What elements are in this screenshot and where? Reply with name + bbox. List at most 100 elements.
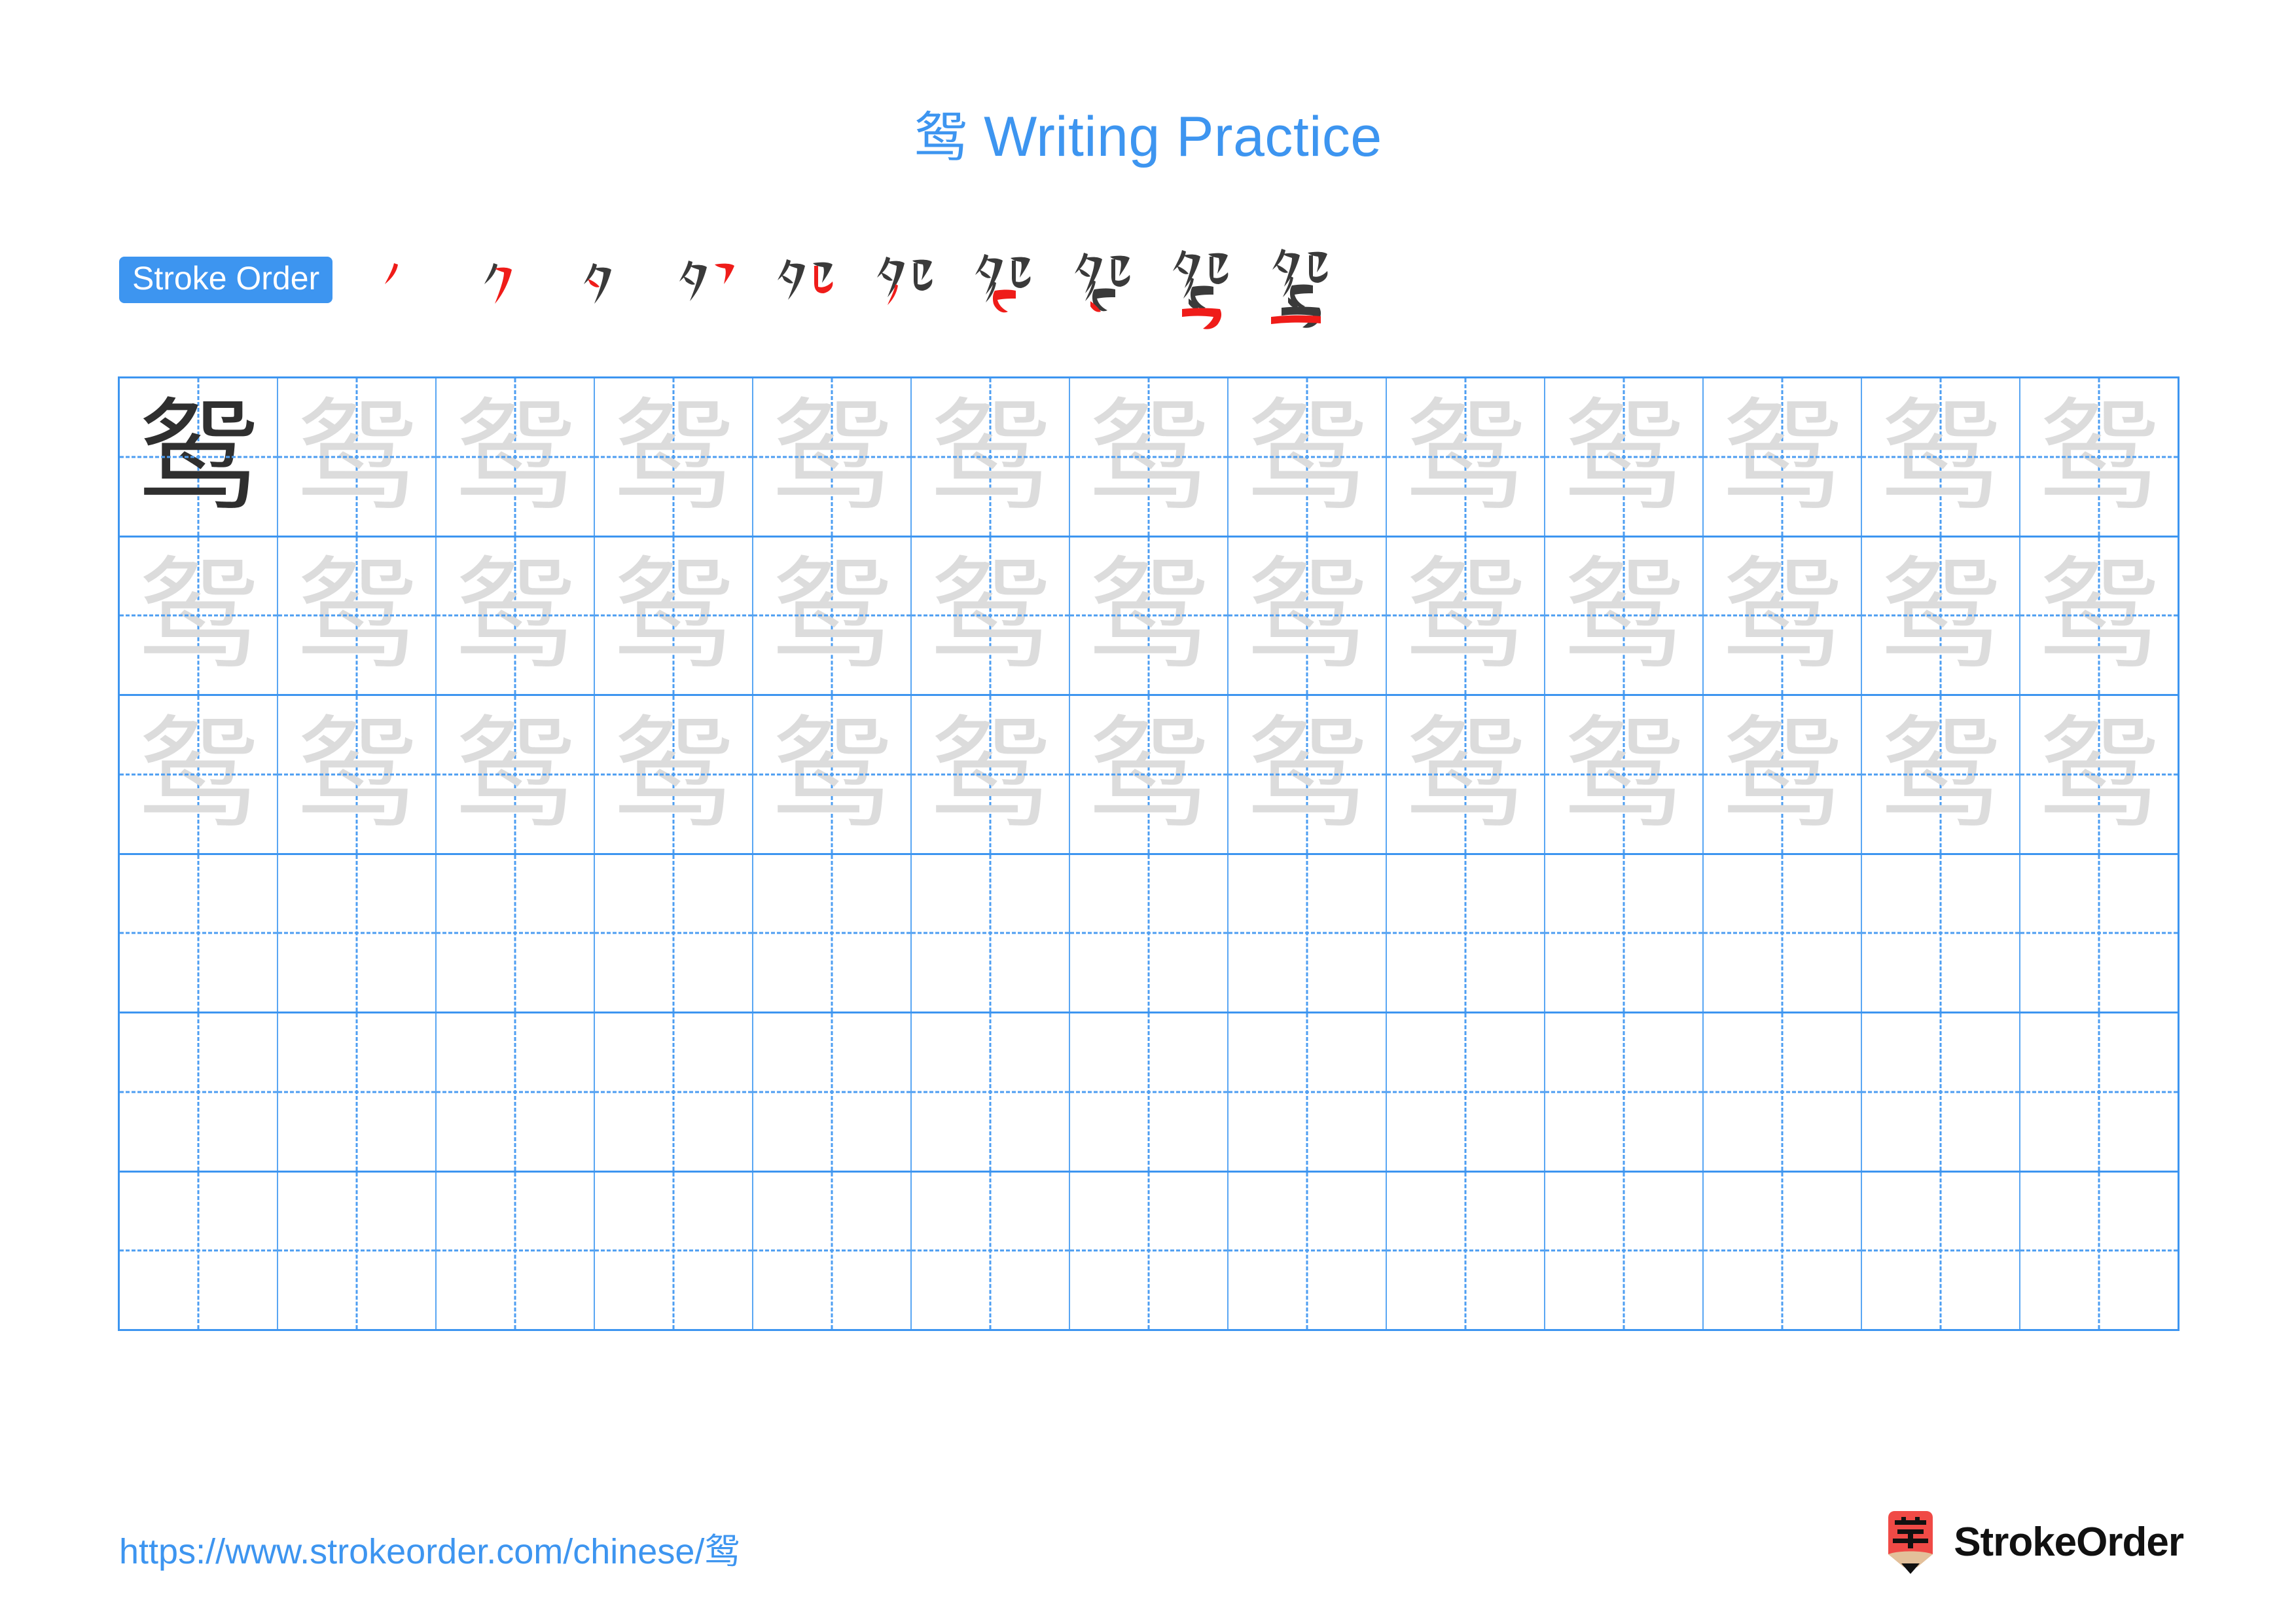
practice-cell-r3-c10[interactable]: 鸳 <box>1545 696 1704 853</box>
trace-character: 鸳 <box>612 702 734 845</box>
trace-character: 鸳 <box>1721 385 1843 528</box>
practice-cell-r3-c6[interactable]: 鸳 <box>912 696 1070 853</box>
practice-cell-r1-c2[interactable]: 鸳 <box>278 378 437 536</box>
practice-grid-row: 鸳鸳鸳鸳鸳鸳鸳鸳鸳鸳鸳鸳鸳 <box>120 696 2178 855</box>
practice-cell-r2-c8[interactable]: 鸳 <box>1229 537 1387 694</box>
practice-cell-r5-c4[interactable] <box>595 1013 753 1171</box>
practice-cell-r5-c11[interactable] <box>1704 1013 1862 1171</box>
practice-cell-r4-c8[interactable] <box>1229 854 1387 1012</box>
practice-cell-r6-c12[interactable] <box>1862 1172 2020 1329</box>
practice-cell-r6-c1[interactable] <box>120 1172 278 1329</box>
practice-cell-r2-c13[interactable]: 鸳 <box>2020 538 2178 695</box>
trace-character: 鸳 <box>295 702 418 845</box>
stroke-step-3 <box>559 238 658 337</box>
practice-cell-r1-c7[interactable]: 鸳 <box>1070 378 1229 536</box>
practice-cell-r5-c7[interactable] <box>1070 1013 1229 1171</box>
practice-cell-r6-c5[interactable] <box>753 1172 912 1329</box>
practice-cell-r4-c10[interactable] <box>1545 854 1704 1012</box>
practice-cell-r4-c9[interactable] <box>1387 854 1545 1012</box>
practice-cell-r1-c11[interactable]: 鸳 <box>1704 378 1862 536</box>
practice-cell-r5-c2[interactable] <box>278 1013 437 1171</box>
practice-cell-r5-c9[interactable] <box>1387 1013 1545 1171</box>
practice-cell-r6-c3[interactable] <box>437 1172 595 1329</box>
practice-cell-r6-c11[interactable] <box>1704 1172 1862 1329</box>
practice-cell-r6-c4[interactable] <box>595 1172 753 1329</box>
practice-cell-r5-c13[interactable] <box>2020 1013 2178 1171</box>
stroke-step-10 <box>1255 238 1355 337</box>
practice-cell-r3-c5[interactable]: 鸳 <box>753 696 912 853</box>
practice-cell-r2-c9[interactable]: 鸳 <box>1387 537 1545 694</box>
practice-cell-r4-c11[interactable] <box>1704 854 1862 1012</box>
practice-grid-row <box>120 1172 2178 1330</box>
practice-cell-r6-c2[interactable] <box>278 1172 437 1329</box>
practice-cell-r4-c3[interactable] <box>437 854 595 1012</box>
practice-cell-r6-c7[interactable] <box>1070 1172 1229 1329</box>
practice-cell-r6-c6[interactable] <box>912 1172 1070 1329</box>
practice-cell-r1-c4[interactable]: 鸳 <box>595 378 753 536</box>
stroke-step-5 <box>758 238 857 337</box>
practice-cell-r6-c13[interactable] <box>2020 1173 2178 1330</box>
practice-cell-r3-c2[interactable]: 鸳 <box>278 696 437 853</box>
practice-cell-r5-c10[interactable] <box>1545 1013 1704 1171</box>
practice-cell-r2-c4[interactable]: 鸳 <box>595 537 753 694</box>
stroke-step-2 <box>459 238 559 337</box>
practice-cell-r2-c5[interactable]: 鸳 <box>753 537 912 694</box>
practice-cell-r4-c2[interactable] <box>278 854 437 1012</box>
practice-cell-r1-c13[interactable]: 鸳 <box>2020 378 2178 536</box>
practice-cell-r1-c6[interactable]: 鸳 <box>912 378 1070 536</box>
stroke-step-6 <box>857 238 957 337</box>
practice-cell-r4-c5[interactable] <box>753 854 912 1012</box>
practice-cell-r4-c12[interactable] <box>1862 854 2020 1012</box>
practice-cell-r3-c11[interactable]: 鸳 <box>1704 696 1862 853</box>
practice-cell-r3-c9[interactable]: 鸳 <box>1387 696 1545 853</box>
practice-cell-r3-c1[interactable]: 鸳 <box>120 696 278 853</box>
practice-cell-r3-c4[interactable]: 鸳 <box>595 696 753 853</box>
trace-character: 鸳 <box>137 544 259 687</box>
practice-cell-r4-c6[interactable] <box>912 854 1070 1012</box>
practice-cell-r5-c8[interactable] <box>1229 1013 1387 1171</box>
trace-character: 鸳 <box>1562 702 1685 845</box>
practice-cell-r2-c7[interactable]: 鸳 <box>1070 537 1229 694</box>
practice-cell-r2-c2[interactable]: 鸳 <box>278 537 437 694</box>
practice-cell-r6-c9[interactable] <box>1387 1172 1545 1329</box>
practice-cell-r3-c7[interactable]: 鸳 <box>1070 696 1229 853</box>
practice-cell-r2-c3[interactable]: 鸳 <box>437 537 595 694</box>
practice-cell-r1-c10[interactable]: 鸳 <box>1545 378 1704 536</box>
practice-cell-r5-c5[interactable] <box>753 1013 912 1171</box>
practice-cell-r4-c1[interactable] <box>120 854 278 1012</box>
practice-cell-r1-c5[interactable]: 鸳 <box>753 378 912 536</box>
practice-cell-r1-c8[interactable]: 鸳 <box>1229 378 1387 536</box>
practice-cell-r2-c11[interactable]: 鸳 <box>1704 537 1862 694</box>
practice-cell-r1-c9[interactable]: 鸳 <box>1387 378 1545 536</box>
trace-character: 鸳 <box>1879 544 2001 687</box>
practice-cell-r5-c12[interactable] <box>1862 1013 2020 1171</box>
practice-cell-r1-c3[interactable]: 鸳 <box>437 378 595 536</box>
practice-cell-r4-c7[interactable] <box>1070 854 1229 1012</box>
practice-cell-r5-c1[interactable] <box>120 1013 278 1171</box>
practice-cell-r6-c8[interactable] <box>1229 1172 1387 1329</box>
brand-logo-group: StrokeOrder <box>1882 1511 2184 1574</box>
practice-cell-r6-c10[interactable] <box>1545 1172 1704 1329</box>
trace-character: 鸳 <box>1721 544 1843 687</box>
practice-grid-row: 鸳鸳鸳鸳鸳鸳鸳鸳鸳鸳鸳鸳鸳 <box>120 537 2178 696</box>
practice-cell-r1-c1[interactable]: 鸳 <box>120 378 278 536</box>
footer-url[interactable]: https://www.strokeorder.com/chinese/鸳 <box>119 1522 740 1574</box>
practice-cell-r3-c13[interactable]: 鸳 <box>2020 696 2178 853</box>
practice-cell-r2-c12[interactable]: 鸳 <box>1862 537 2020 694</box>
practice-cell-r2-c6[interactable]: 鸳 <box>912 537 1070 694</box>
practice-cell-r5-c6[interactable] <box>912 1013 1070 1171</box>
trace-character: 鸳 <box>454 702 576 845</box>
practice-grid-row: 鸳鸳鸳鸳鸳鸳鸳鸳鸳鸳鸳鸳鸳 <box>120 378 2178 538</box>
practice-cell-r3-c8[interactable]: 鸳 <box>1229 696 1387 853</box>
practice-cell-r4-c4[interactable] <box>595 854 753 1012</box>
practice-grid-row <box>120 854 2178 1013</box>
practice-cell-r3-c12[interactable]: 鸳 <box>1862 696 2020 853</box>
practice-cell-r4-c13[interactable] <box>2020 855 2178 1012</box>
practice-cell-r2-c1[interactable]: 鸳 <box>120 537 278 694</box>
practice-cell-r5-c3[interactable] <box>437 1013 595 1171</box>
trace-character: 鸳 <box>1404 544 1526 687</box>
practice-cell-r1-c12[interactable]: 鸳 <box>1862 378 2020 536</box>
trace-character: 鸳 <box>612 544 734 687</box>
practice-cell-r2-c10[interactable]: 鸳 <box>1545 537 1704 694</box>
practice-cell-r3-c3[interactable]: 鸳 <box>437 696 595 853</box>
